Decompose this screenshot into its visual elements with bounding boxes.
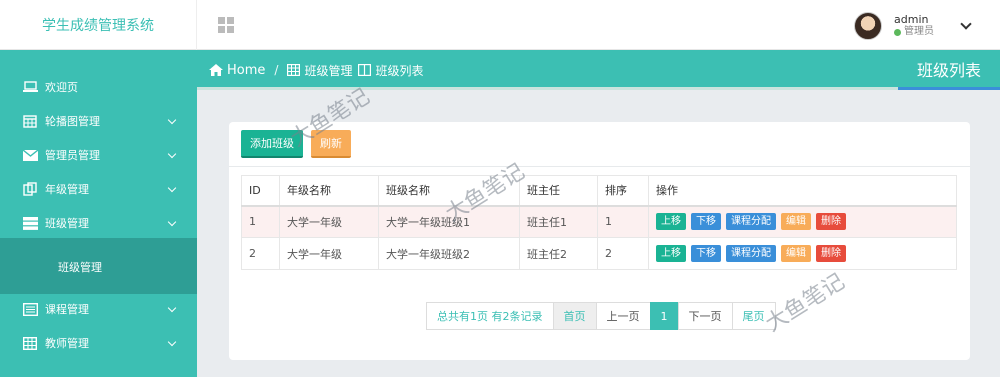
pagination: 总共有1页 有2条记录 首页 上一页 1 下一页 尾页 bbox=[426, 302, 776, 330]
sidebar-item-grades[interactable]: 年级管理 bbox=[0, 172, 197, 206]
breadcrumb: Home / 班级管理 班级列表 bbox=[209, 50, 423, 90]
assign-course-button[interactable]: 课程分配 bbox=[726, 213, 776, 231]
breadcrumb-level2-label: 班级列表 bbox=[375, 63, 424, 78]
sidebar-item-label: 管理员管理 bbox=[45, 149, 100, 162]
user-info: admin 管理员 bbox=[894, 14, 934, 38]
app-title[interactable]: 学生成绩管理系统 bbox=[0, 0, 197, 50]
chevron-down-icon bbox=[167, 337, 177, 347]
class-table: ID 年级名称 班级名称 班主任 排序 操作 1 大学一年级 大学一年级班级1 … bbox=[241, 175, 957, 270]
breadcrumb-level1-label: 班级管理 bbox=[304, 63, 353, 78]
last-page-button[interactable]: 尾页 bbox=[731, 302, 776, 330]
sidebar-item-teachers[interactable]: 教师管理 bbox=[0, 326, 197, 360]
envelope-icon bbox=[22, 148, 38, 162]
cell-id: 2 bbox=[241, 237, 280, 270]
cell-actions: 上移 下移 课程分配 编辑 删除 bbox=[648, 205, 957, 238]
current-page-button[interactable]: 1 bbox=[649, 302, 679, 330]
move-down-button[interactable]: 下移 bbox=[691, 213, 721, 231]
cell-teacher: 班主任2 bbox=[519, 237, 598, 270]
chevron-down-icon bbox=[167, 217, 177, 227]
table-row: 1 大学一年级 大学一年级班级1 班主任1 1 上移 下移 课程分配 编辑 删除 bbox=[241, 205, 957, 238]
sidebar-item-label: 欢迎页 bbox=[45, 81, 78, 94]
content-card: 添加班级 刷新 ID 年级名称 班级名称 班主任 排序 操作 1 大学一年级 大… bbox=[229, 122, 970, 360]
page-title: 班级列表 bbox=[898, 50, 1000, 90]
column-header-grade: 年级名称 bbox=[279, 175, 379, 207]
columns-icon bbox=[358, 64, 372, 76]
table-row: 2 大学一年级 大学一年级班级2 班主任2 2 上移 下移 课程分配 编辑 删除 bbox=[241, 237, 957, 270]
chevron-down-icon[interactable] bbox=[960, 18, 972, 30]
cell-teacher: 班主任1 bbox=[519, 205, 598, 238]
column-header-teacher: 班主任 bbox=[519, 175, 598, 207]
sidebar-item-classes[interactable]: 班级管理 bbox=[0, 206, 197, 240]
chevron-down-icon bbox=[167, 149, 177, 159]
user-menu[interactable]: admin 管理员 bbox=[854, 11, 972, 41]
grid-menu-icon[interactable] bbox=[218, 17, 234, 33]
chevron-down-icon bbox=[167, 183, 177, 193]
calendar-icon bbox=[22, 114, 38, 128]
cell-class-name: 大学一年级班级1 bbox=[378, 205, 520, 238]
sidebar-item-label: 课程管理 bbox=[45, 303, 89, 316]
edit-button[interactable]: 编辑 bbox=[781, 245, 811, 262]
cell-class-name: 大学一年级班级2 bbox=[378, 237, 520, 270]
user-name: admin bbox=[894, 13, 929, 26]
move-up-button[interactable]: 上移 bbox=[656, 213, 686, 231]
column-header-class-name: 班级名称 bbox=[378, 175, 520, 207]
assign-course-button[interactable]: 课程分配 bbox=[726, 245, 776, 262]
online-status-icon bbox=[894, 28, 901, 36]
sidebar-item-label: 年级管理 bbox=[45, 183, 89, 196]
table-icon bbox=[22, 336, 38, 350]
move-down-button[interactable]: 下移 bbox=[691, 245, 721, 262]
chevron-down-icon bbox=[167, 303, 177, 313]
breadcrumb-home[interactable]: Home bbox=[209, 63, 265, 78]
cell-order: 2 bbox=[597, 237, 649, 270]
sidebar-item-carousel[interactable]: 轮播图管理 bbox=[0, 104, 197, 138]
breadcrumb-home-label: Home bbox=[227, 62, 266, 78]
sidebar-item-label: 教师管理 bbox=[45, 337, 89, 350]
sidebar-item-label: 轮播图管理 bbox=[45, 115, 100, 128]
sidebar-item-courses[interactable]: 课程管理 bbox=[0, 292, 197, 326]
next-page-button[interactable]: 下一页 bbox=[677, 302, 733, 330]
chevron-down-icon bbox=[167, 115, 177, 125]
refresh-button[interactable]: 刷新 bbox=[311, 130, 351, 158]
breadcrumb-class-list[interactable]: 班级列表 bbox=[358, 62, 423, 79]
sidebar-item-welcome[interactable]: 欢迎页 bbox=[0, 70, 197, 104]
delete-button[interactable]: 删除 bbox=[816, 245, 846, 262]
list-alt-icon bbox=[22, 302, 38, 316]
sidebar-item-label: 班级管理 bbox=[45, 217, 89, 230]
table-icon bbox=[287, 64, 301, 76]
cell-id: 1 bbox=[241, 205, 280, 238]
cell-grade: 大学一年级 bbox=[279, 237, 379, 270]
column-header-order: 排序 bbox=[597, 175, 649, 207]
table-header-row: ID 年级名称 班级名称 班主任 排序 操作 bbox=[241, 175, 957, 207]
home-icon bbox=[209, 64, 223, 76]
cell-grade: 大学一年级 bbox=[279, 205, 379, 238]
breadcrumb-class-management[interactable]: 班级管理 bbox=[287, 62, 352, 79]
first-page-button[interactable]: 首页 bbox=[552, 302, 597, 330]
delete-button[interactable]: 删除 bbox=[816, 213, 846, 231]
move-up-button[interactable]: 上移 bbox=[656, 245, 686, 262]
column-header-id: ID bbox=[241, 175, 280, 207]
submenu-item-class-management[interactable]: 班级管理 bbox=[58, 259, 102, 275]
prev-page-button[interactable]: 上一页 bbox=[595, 302, 651, 330]
breadcrumb-bar: Home / 班级管理 班级列表 班级列表 bbox=[197, 50, 1000, 90]
add-class-button[interactable]: 添加班级 bbox=[241, 130, 303, 158]
submenu-classes: 班级管理 bbox=[0, 238, 197, 294]
avatar[interactable] bbox=[854, 12, 882, 40]
user-role: 管理员 bbox=[894, 26, 934, 38]
pagination-info: 总共有1页 有2条记录 bbox=[426, 302, 554, 330]
column-header-actions: 操作 bbox=[648, 175, 957, 207]
top-navbar: 学生成绩管理系统 admin 管理员 bbox=[0, 0, 1000, 50]
sidebar-item-admins[interactable]: 管理员管理 bbox=[0, 138, 197, 172]
cell-actions: 上移 下移 课程分配 编辑 删除 bbox=[648, 237, 957, 270]
breadcrumb-separator: / bbox=[274, 63, 279, 77]
user-role-label: 管理员 bbox=[904, 26, 934, 37]
edit-button[interactable]: 编辑 bbox=[781, 213, 811, 231]
cell-order: 1 bbox=[597, 205, 649, 238]
server-icon bbox=[22, 216, 38, 230]
divider bbox=[229, 166, 970, 167]
sidebar: 欢迎页 轮播图管理 管理员管理 年级管理 班级管理 班级管理 课程管理 教师管理 bbox=[0, 50, 197, 377]
laptop-icon bbox=[22, 80, 38, 94]
copy-icon bbox=[22, 182, 38, 196]
